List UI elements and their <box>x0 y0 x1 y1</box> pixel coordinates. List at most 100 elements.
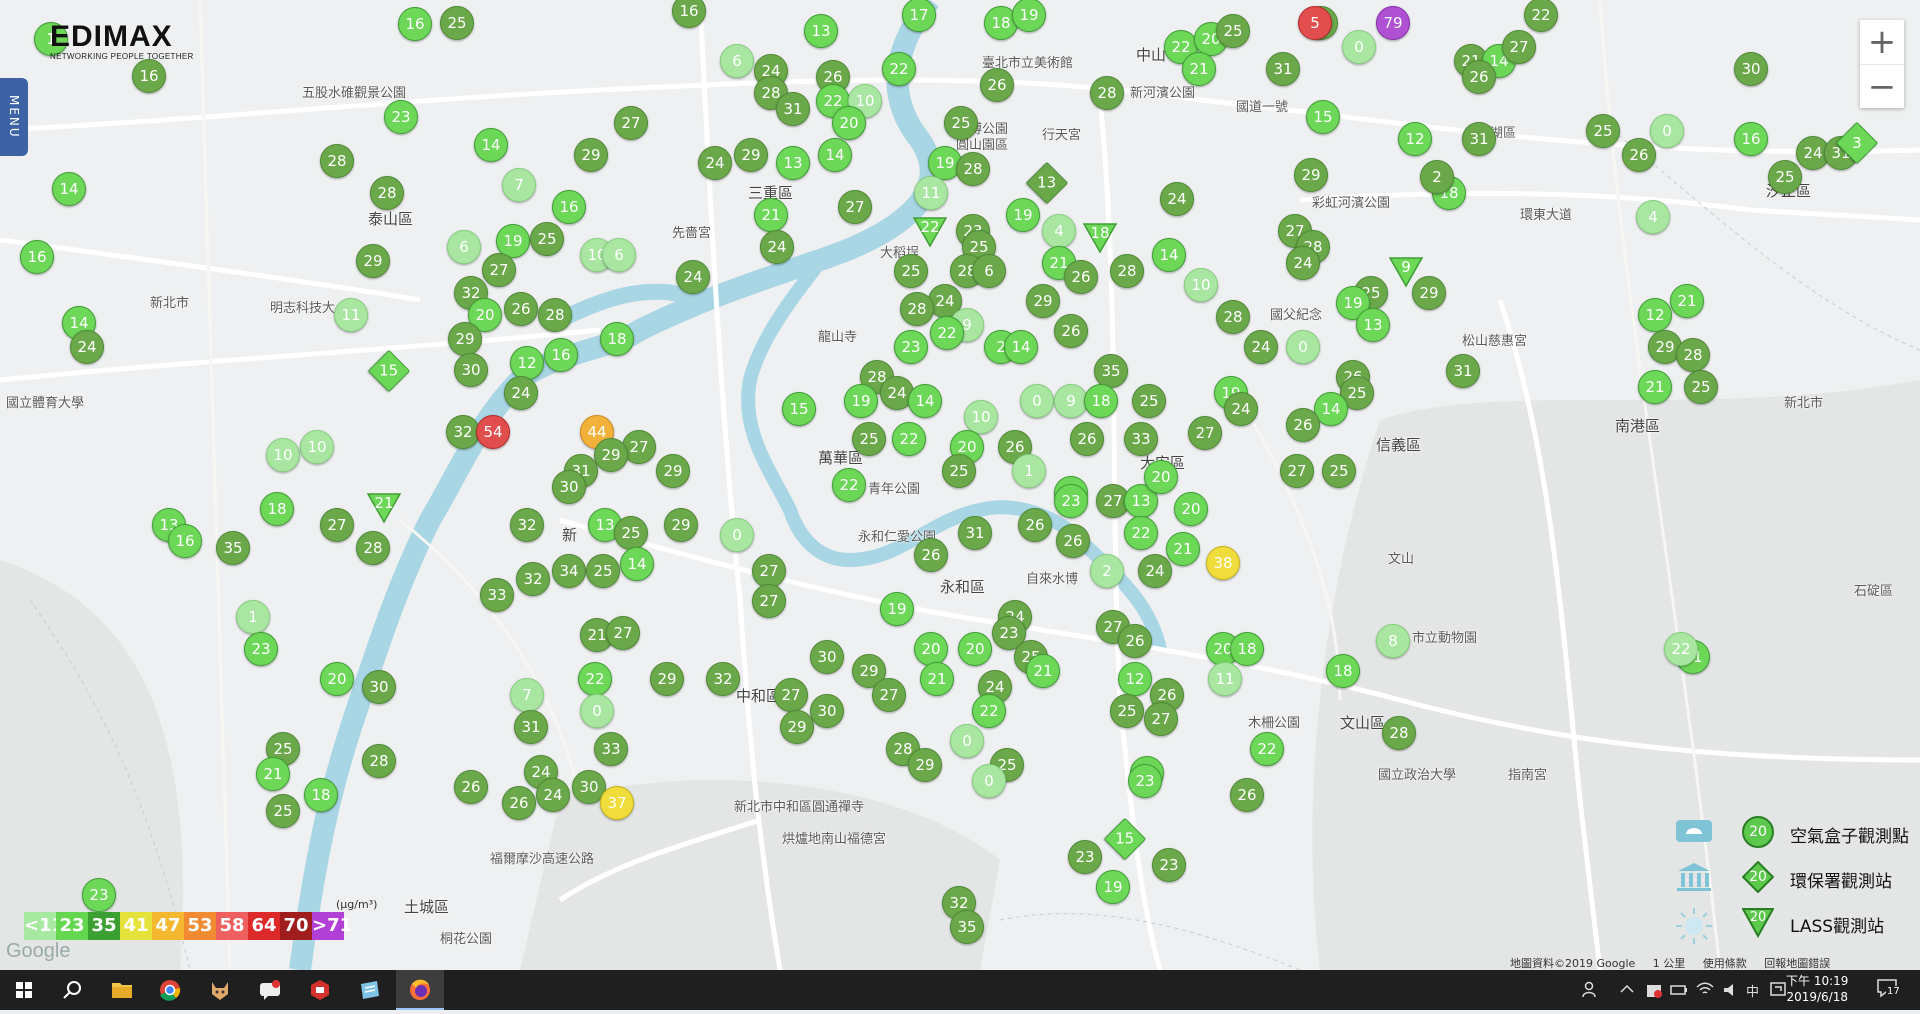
airbox-station-marker[interactable]: 29 <box>650 662 684 696</box>
airbox-station-marker[interactable]: 4 <box>1042 214 1076 248</box>
airbox-station-marker[interactable]: 27 <box>1144 702 1178 736</box>
battery-icon[interactable] <box>1670 983 1688 997</box>
airbox-station-marker[interactable]: 26 <box>1230 778 1264 812</box>
airbox-station-marker[interactable]: 27 <box>1188 416 1222 450</box>
airbox-station-marker[interactable]: 18 <box>1230 632 1264 666</box>
airbox-station-marker[interactable]: 79 <box>1376 6 1410 40</box>
airbox-station-marker[interactable]: 19 <box>1006 198 1040 232</box>
airbox-station-marker[interactable]: 16 <box>1734 122 1768 156</box>
airbox-station-marker[interactable]: 31 <box>1446 354 1480 388</box>
airbox-station-marker[interactable]: 26 <box>1018 508 1052 542</box>
airbox-station-marker[interactable]: 20 <box>914 632 948 666</box>
airbox-station-marker[interactable]: 25 <box>614 516 648 550</box>
airbox-station-marker[interactable]: 25 <box>440 6 474 40</box>
notification-center-button[interactable]: 17 <box>1876 978 1904 1002</box>
airbox-station-marker[interactable]: 19 <box>844 384 878 418</box>
airbox-station-marker[interactable]: 24 <box>1138 554 1172 588</box>
airbox-station-marker[interactable]: 7 <box>502 168 536 202</box>
airbox-station-marker[interactable]: 27 <box>752 584 786 618</box>
airbox-station-marker[interactable]: 26 <box>1622 138 1656 172</box>
airbox-station-marker[interactable]: 12 <box>1638 298 1672 332</box>
chrome-button[interactable] <box>146 970 194 1010</box>
airbox-station-marker[interactable]: 12 <box>1398 122 1432 156</box>
security-icon[interactable] <box>1646 982 1662 998</box>
airbox-station-marker[interactable]: 14 <box>818 138 852 172</box>
airbox-station-marker[interactable]: 16 <box>168 524 202 558</box>
airbox-station-marker[interactable]: 29 <box>780 710 814 744</box>
airbox-station-marker[interactable]: 29 <box>574 138 608 172</box>
airbox-station-marker[interactable]: 18 <box>304 778 338 812</box>
airbox-station-marker[interactable]: 21 <box>1670 284 1704 318</box>
airbox-station-marker[interactable]: 7 <box>510 678 544 712</box>
airbox-station-marker[interactable]: 15 <box>1306 100 1340 134</box>
airbox-station-marker[interactable]: 24 <box>1224 392 1258 426</box>
terms-link[interactable]: 使用條款 <box>1703 957 1747 970</box>
airbox-station-marker[interactable]: 22 <box>832 468 866 502</box>
airbox-station-marker[interactable]: 12 <box>510 346 544 380</box>
airbox-station-marker[interactable]: 25 <box>1216 14 1250 48</box>
airbox-station-marker[interactable]: 28 <box>1216 300 1250 334</box>
airbox-station-marker[interactable]: 19 <box>1096 870 1130 904</box>
airbox-station-marker[interactable]: 25 <box>586 554 620 588</box>
airbox-station-marker[interactable]: 9 <box>1054 384 1088 418</box>
airbox-station-marker[interactable]: 10 <box>964 400 998 434</box>
zoom-out-button[interactable]: − <box>1860 64 1904 109</box>
airbox-station-marker[interactable]: 22 <box>1250 732 1284 766</box>
airbox-station-marker[interactable]: 29 <box>1294 158 1328 192</box>
airbox-station-marker[interactable]: 30 <box>810 640 844 674</box>
airbox-station-marker[interactable]: 2 <box>1420 160 1454 194</box>
airbox-station-marker[interactable]: 10 <box>266 438 300 472</box>
airbox-station-marker[interactable]: 32 <box>706 662 740 696</box>
airbox-station-marker[interactable]: 32 <box>446 415 480 449</box>
airbox-station-marker[interactable]: 2 <box>1090 554 1124 588</box>
airbox-station-marker[interactable]: 26 <box>1118 624 1152 658</box>
airbox-station-marker[interactable]: 31 <box>1462 122 1496 156</box>
airbox-station-marker[interactable]: 31 <box>776 92 810 126</box>
airbox-station-marker[interactable]: 1 <box>1012 454 1046 488</box>
keyboard-icon[interactable] <box>1770 981 1786 997</box>
airbox-station-marker[interactable]: 28 <box>370 176 404 210</box>
airbox-station-marker[interactable]: 25 <box>1684 370 1718 404</box>
airbox-station-marker[interactable]: 27 <box>606 616 640 650</box>
airbox-station-marker[interactable]: 28 <box>538 298 572 332</box>
airbox-station-marker[interactable]: 10 <box>1184 268 1218 302</box>
airbox-station-marker[interactable]: 35 <box>950 910 984 944</box>
menu-button[interactable]: MENU <box>0 78 28 156</box>
airbox-station-marker[interactable]: 14 <box>474 128 508 162</box>
airbox-station-marker[interactable]: 28 <box>1110 254 1144 288</box>
airbox-station-marker[interactable]: 25 <box>1322 454 1356 488</box>
airbox-station-marker[interactable]: 31 <box>1266 52 1300 86</box>
airbox-station-marker[interactable]: 20 <box>320 662 354 696</box>
airbox-station-marker[interactable]: 26 <box>1070 422 1104 456</box>
airbox-station-marker[interactable]: 29 <box>908 748 942 782</box>
airbox-station-marker[interactable]: 24 <box>536 778 570 812</box>
airbox-station-marker[interactable]: 28 <box>900 292 934 326</box>
airbox-station-marker[interactable]: 32 <box>516 562 550 596</box>
airbox-station-marker[interactable]: 14 <box>620 547 654 581</box>
airbox-station-marker[interactable]: 18 <box>260 492 294 526</box>
airbox-station-marker[interactable]: 24 <box>698 146 732 180</box>
chevron-up-icon[interactable] <box>1620 984 1634 994</box>
airbox-station-marker[interactable]: 5 <box>1298 6 1332 40</box>
airbox-station-marker[interactable]: 14 <box>1152 238 1186 272</box>
airbox-station-marker[interactable]: 0 <box>950 724 984 758</box>
airbox-station-marker[interactable]: 25 <box>1132 384 1166 418</box>
airbox-station-marker[interactable]: 21 <box>1182 52 1216 86</box>
airbox-station-marker[interactable]: 54 <box>476 415 510 449</box>
airbox-station-marker[interactable]: 25 <box>1768 160 1802 194</box>
airbox-station-marker[interactable]: 22 <box>882 52 916 86</box>
airbox-station-marker[interactable]: 26 <box>454 770 488 804</box>
airbox-station-marker[interactable]: 22 <box>892 422 926 456</box>
airbox-station-marker[interactable]: 20 <box>958 632 992 666</box>
airbox-station-marker[interactable]: 11 <box>914 176 948 210</box>
airbox-station-marker[interactable]: 25 <box>852 422 886 456</box>
airbox-station-marker[interactable]: 23 <box>384 100 418 134</box>
airbox-station-marker[interactable]: 22 <box>972 694 1006 728</box>
airbox-station-marker[interactable]: 29 <box>734 138 768 172</box>
airbox-station-marker[interactable]: 28 <box>1676 338 1710 372</box>
airbox-station-marker[interactable]: 24 <box>760 230 794 264</box>
ime-indicator[interactable]: 中 <box>1746 981 1759 1000</box>
airbox-station-marker[interactable]: 30 <box>1734 52 1768 86</box>
airbox-station-marker[interactable]: 29 <box>664 508 698 542</box>
airbox-station-marker[interactable]: 25 <box>266 794 300 828</box>
